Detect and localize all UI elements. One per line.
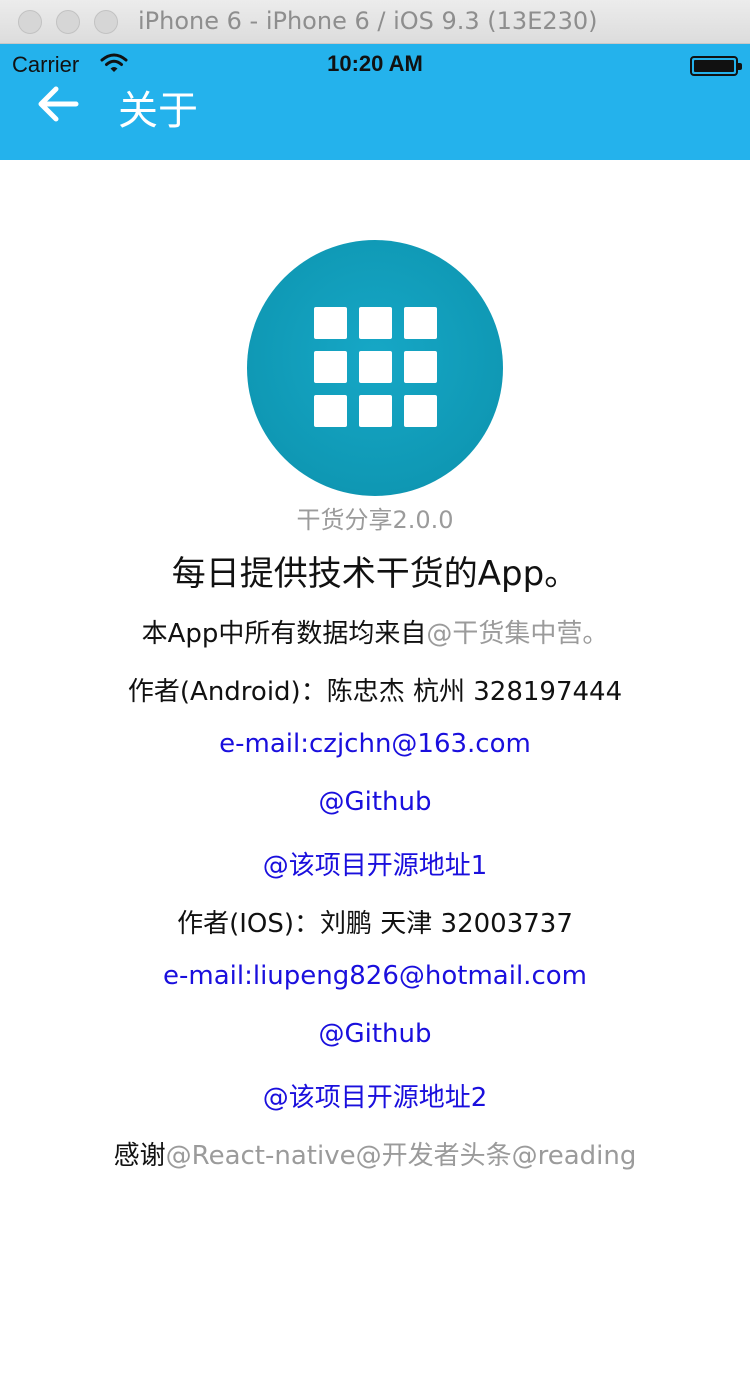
data-source-text: 本App中所有数据均来自 [141,619,427,649]
app-version: 干货分享2.0.0 [296,506,454,534]
ios-github-link[interactable]: @Github [0,1019,750,1049]
simulator-title-bar: iPhone 6 - iPhone 6 / iOS 9.3 (13E230) [0,0,750,44]
close-window-button[interactable] [18,10,42,34]
data-source-link[interactable]: @干货集中营。 [426,619,608,649]
zoom-window-button[interactable] [94,10,118,34]
android-repo-link[interactable]: @该项目开源地址1 [0,845,750,882]
back-arrow-icon[interactable] [36,82,80,126]
android-email-link[interactable]: e-mail:czjchn@163.com [0,729,750,759]
app-logo [247,240,503,496]
app-headline: 每日提供技术干货的App。 [171,554,579,594]
grid-apps-icon [314,307,437,427]
window-title: iPhone 6 - iPhone 6 / iOS 9.3 (13E230) [138,7,598,35]
ios-repo-link[interactable]: @该项目开源地址2 [0,1077,750,1114]
thanks-links[interactable]: @React-native@开发者头条@reading [166,1141,637,1171]
android-github-link[interactable]: @Github [0,787,750,817]
ios-author: 作者(IOS)：刘鹏 天津 32003737 [177,909,573,939]
app-header: Carrier 10:20 AM 关于 [0,44,750,160]
status-time: 10:20 AM [327,51,423,76]
data-source-line: 本App中所有数据均来自@干货集中营。 [0,613,750,650]
thanks-line: 感谢@React-native@开发者头条@reading [0,1135,750,1172]
battery-icon [690,56,742,76]
thanks-text: 感谢 [113,1141,166,1171]
page-title: 关于 [118,88,198,134]
android-author: 作者(Android)：陈忠杰 杭州 328197444 [127,677,623,707]
minimize-window-button[interactable] [56,10,80,34]
ios-email-link[interactable]: e-mail:liupeng826@hotmail.com [0,961,750,991]
